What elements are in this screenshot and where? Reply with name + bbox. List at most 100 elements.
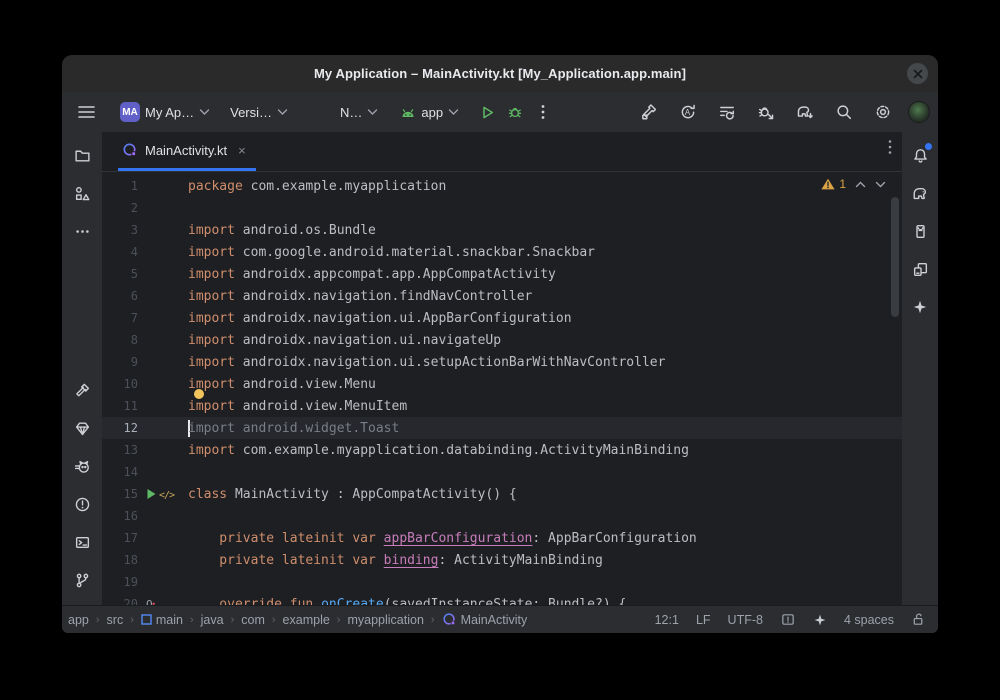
toolwindow-gemini-sparkle[interactable]: [905, 292, 935, 322]
code-line-18[interactable]: 18 private lateinit var binding: Activit…: [102, 549, 902, 571]
code-text: import androidx.navigation.ui.AppBarConf…: [188, 311, 572, 326]
vcs-widget[interactable]: Versi…: [224, 101, 294, 124]
toolwindow-resource-manager[interactable]: [67, 178, 97, 208]
settings-button[interactable]: [869, 98, 897, 126]
status-4-spaces[interactable]: 4 spaces: [844, 613, 894, 627]
breadcrumb-app[interactable]: app: [68, 613, 89, 627]
run-config-label: app: [421, 105, 443, 120]
sync-ide-button[interactable]: A: [674, 98, 702, 126]
code-line-17[interactable]: 17 private lateinit var appBarConfigurat…: [102, 527, 902, 549]
debug-button[interactable]: [501, 98, 529, 126]
intention-bulb-icon[interactable]: [194, 389, 204, 399]
status-bar: app›src›main›java›com›example›myapplicat…: [62, 605, 938, 633]
code-line-2[interactable]: 2: [102, 197, 902, 219]
breadcrumb-label: main: [156, 613, 183, 627]
sparkle-icon[interactable]: [813, 613, 827, 627]
main-menu-button[interactable]: [72, 98, 100, 126]
gradle-sync-button[interactable]: [791, 98, 819, 126]
line-number: 5: [102, 267, 138, 281]
avatar[interactable]: [908, 101, 930, 123]
profiler-button[interactable]: [713, 98, 741, 126]
code-line-7[interactable]: 7import androidx.navigation.ui.AppBarCon…: [102, 307, 902, 329]
toolwindow-project-folder[interactable]: [67, 140, 97, 170]
tab-options-button[interactable]: [888, 139, 892, 155]
code-line-16[interactable]: 16: [102, 505, 902, 527]
tab-close-icon[interactable]: ×: [238, 143, 246, 158]
toolwindow-more-toolwindows[interactable]: [67, 216, 97, 246]
code-line-10[interactable]: 10 import android.view.Menu: [102, 373, 902, 395]
code-line-5[interactable]: 5import androidx.appcompat.app.AppCompat…: [102, 263, 902, 285]
toolwindow-problems[interactable]: [67, 489, 97, 519]
reader-mode-icon[interactable]: [780, 612, 796, 627]
gemini-sparkle-icon: [912, 299, 928, 315]
line-number: 20: [102, 597, 138, 605]
breadcrumb-src[interactable]: src: [107, 613, 124, 627]
breadcrumb-com[interactable]: com: [241, 613, 265, 627]
line-number: 4: [102, 245, 138, 259]
run-configuration-selector[interactable]: app: [394, 101, 465, 124]
warning-triangle-icon: [821, 178, 835, 190]
warning-count: 1: [839, 177, 846, 191]
toolwindow-notifications-bell[interactable]: [905, 140, 935, 170]
code-text: import android.view.Menu: [188, 377, 376, 392]
toolwindow-gradle-elephant[interactable]: [905, 178, 935, 208]
status-utf-8[interactable]: UTF-8: [728, 613, 763, 627]
gutter[interactable]: </>: [138, 488, 188, 501]
editor-scrollbar[interactable]: [891, 197, 899, 317]
chevron-up-icon[interactable]: [855, 181, 866, 188]
override-gutter-icon[interactable]: O↑: [146, 598, 157, 606]
toolwindow-logcat[interactable]: [67, 451, 97, 481]
code-line-13[interactable]: 13import com.example.myapplication.datab…: [102, 439, 902, 461]
toolwindow-build-toolwindow[interactable]: [67, 375, 97, 405]
more-toolwindows-icon: [74, 223, 91, 240]
build-button[interactable]: [635, 98, 663, 126]
code-text: override fun onCreate(savedInstanceState…: [188, 597, 626, 606]
toolwindow-terminal[interactable]: [67, 527, 97, 557]
code-line-1[interactable]: 1package com.example.myapplication: [102, 175, 902, 197]
project-widget[interactable]: MA My Ap…: [114, 98, 216, 126]
code-line-11[interactable]: 11import android.view.MenuItem: [102, 395, 902, 417]
run-gutter-icon[interactable]: [146, 488, 157, 500]
line-number: 10: [102, 377, 138, 391]
status-12-1[interactable]: 12:1: [655, 613, 679, 627]
toolwindow-device-manager[interactable]: [905, 254, 935, 284]
desktop-background: My Application – MainActivity.kt [My_App…: [0, 0, 1000, 700]
title-bar[interactable]: My Application – MainActivity.kt [My_App…: [62, 55, 938, 92]
code-line-8[interactable]: 8import androidx.navigation.ui.navigateU…: [102, 329, 902, 351]
breadcrumb-example[interactable]: example: [283, 613, 330, 627]
toolwindow-version-control[interactable]: [67, 565, 97, 595]
unlocked-icon[interactable]: [911, 612, 926, 627]
close-button[interactable]: [907, 63, 928, 84]
attach-debugger-button[interactable]: [752, 98, 780, 126]
code-line-19[interactable]: 19: [102, 571, 902, 593]
breadcrumb-mainactivity[interactable]: MainActivity: [442, 612, 528, 627]
more-actions-button[interactable]: [529, 98, 557, 126]
search-button[interactable]: [830, 98, 858, 126]
code-line-12[interactable]: 12import android.widget.Toast: [102, 417, 902, 439]
tab-mainactivity[interactable]: MainActivity.kt ×: [118, 132, 256, 171]
code-editor[interactable]: 1package com.example.myapplication23impo…: [102, 172, 902, 605]
code-line-4[interactable]: 4import com.google.android.material.snac…: [102, 241, 902, 263]
code-line-20[interactable]: 20 O↑ override fun onCreate(savedInstance…: [102, 593, 902, 605]
code-line-14[interactable]: 14: [102, 461, 902, 483]
breadcrumb-myapplication[interactable]: myapplication: [347, 613, 423, 627]
sync-ide-icon: A: [679, 103, 697, 121]
build-toolwindow-icon: [74, 382, 91, 399]
toolwindow-running-devices[interactable]: [905, 216, 935, 246]
toolwindow-app-quality-insights[interactable]: [67, 413, 97, 443]
status-lf[interactable]: LF: [696, 613, 711, 627]
hamburger-icon: [78, 105, 95, 119]
chevron-down-icon[interactable]: [875, 181, 886, 188]
gutter[interactable]: O↑: [138, 598, 188, 606]
android-studio-window: My Application – MainActivity.kt [My_App…: [62, 55, 938, 633]
code-line-3[interactable]: 3import android.os.Bundle: [102, 219, 902, 241]
run-button[interactable]: [473, 98, 501, 126]
related-xml-icon[interactable]: </>: [159, 488, 174, 501]
device-selector[interactable]: N…: [334, 101, 384, 124]
code-line-15[interactable]: 15</>class MainActivity : AppCompatActiv…: [102, 483, 902, 505]
breadcrumb-main[interactable]: main: [141, 613, 183, 627]
code-line-9[interactable]: 9import androidx.navigation.ui.setupActi…: [102, 351, 902, 373]
breadcrumb-java[interactable]: java: [201, 613, 224, 627]
inspection-widget[interactable]: 1: [821, 177, 886, 191]
code-line-6[interactable]: 6import androidx.navigation.findNavContr…: [102, 285, 902, 307]
